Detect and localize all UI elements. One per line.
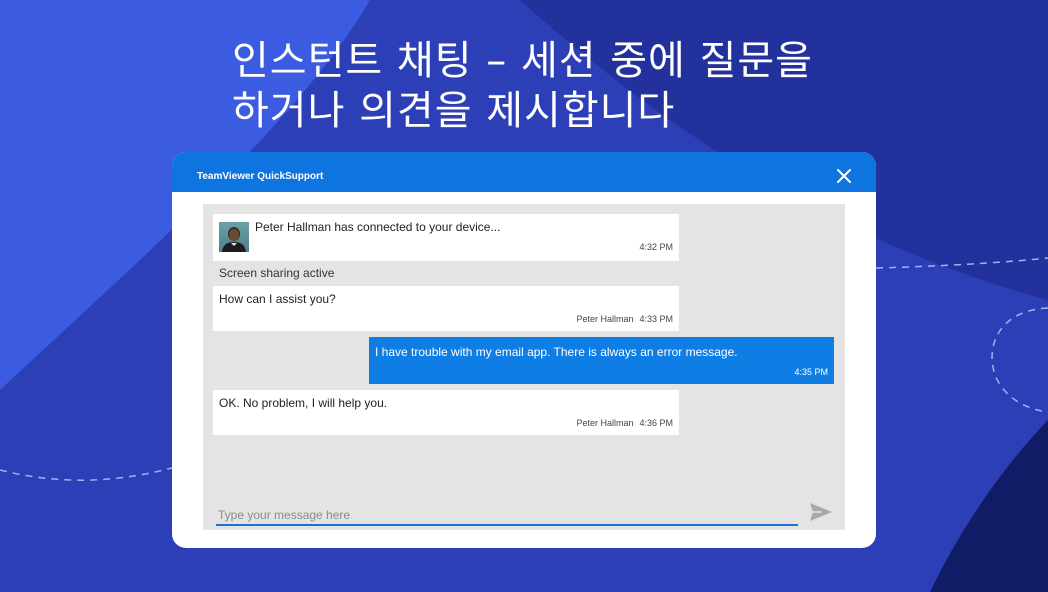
headline-line-2: 하거나 의견을 제시합니다	[232, 88, 676, 134]
message-sender: Peter Hallman	[576, 418, 634, 428]
headline-line-1: 인스턴트 채팅 – 세션 중에 질문을	[232, 38, 813, 84]
avatar	[219, 222, 249, 252]
message-time: 4:32 PM	[639, 242, 673, 252]
close-button[interactable]	[830, 164, 858, 190]
message-time: 4:36 PM	[639, 418, 673, 428]
message-text: OK. No problem, I will help you.	[219, 396, 388, 410]
message-input-container	[216, 502, 798, 526]
message-text: How can I assist you?	[219, 292, 336, 306]
chat-history[interactable]: Peter Hallman has connected to your devi…	[203, 204, 845, 530]
message-input[interactable]	[216, 505, 798, 525]
system-message: Screen sharing active	[219, 266, 335, 280]
message-incoming-2: How can I assist you? Peter Hallman 4:33 …	[213, 286, 679, 331]
message-text: I have trouble with my email app. There …	[375, 345, 738, 359]
title-bar: TeamViewer QuickSupport	[172, 152, 876, 192]
send-button[interactable]	[808, 500, 834, 524]
promo-headline: 인스턴트 채팅 – 세션 중에 질문을 하거나 의견을 제시합니다	[232, 36, 813, 136]
message-time: 4:33 PM	[639, 314, 673, 324]
message-incoming-3: OK. No problem, I will help you. Peter H…	[213, 390, 679, 435]
message-sender: Peter Hallman	[576, 314, 634, 324]
message-meta: Peter Hallman 4:36 PM	[576, 418, 673, 428]
message-text: Peter Hallman has connected to your devi…	[255, 220, 501, 234]
message-time: 4:35 PM	[794, 367, 828, 377]
close-icon	[837, 169, 851, 183]
message-outgoing: I have trouble with my email app. There …	[369, 337, 834, 384]
chat-window: TeamViewer QuickSupport Peter Hallman ha…	[172, 152, 876, 548]
message-incoming-1: Peter Hallman has connected to your devi…	[213, 214, 679, 261]
send-icon	[810, 503, 832, 521]
message-meta: Peter Hallman 4:33 PM	[576, 314, 673, 324]
app-title: TeamViewer QuickSupport	[197, 171, 324, 182]
